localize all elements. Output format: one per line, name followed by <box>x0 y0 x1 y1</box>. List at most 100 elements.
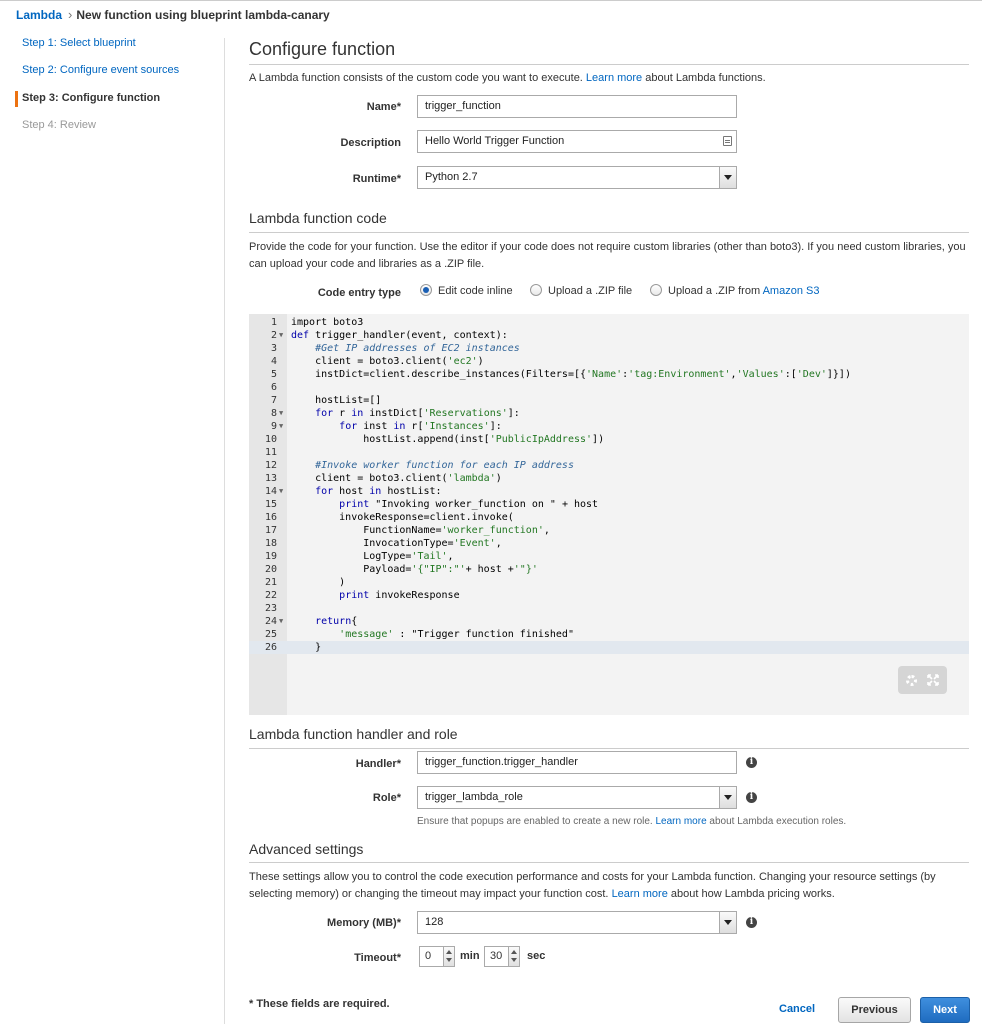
role-label: Role* <box>372 792 401 804</box>
code-line[interactable]: 9 ▼ for inst in r['Instances']: <box>249 420 969 433</box>
advanced-section-divider <box>249 862 969 863</box>
line-number: 24 <box>264 616 277 627</box>
info-icon[interactable]: i <box>746 792 757 803</box>
handler-field[interactable]: trigger_function.trigger_handler <box>417 751 737 774</box>
memory-select[interactable]: 128 <box>417 911 737 934</box>
learn-more-roles-link[interactable]: Learn more <box>656 816 707 827</box>
code-line[interactable]: 3 #Get IP addresses of EC2 instances <box>249 342 969 355</box>
code-line[interactable]: 16 invokeResponse=client.invoke( <box>249 511 969 524</box>
code-text: LogType='Tail', <box>291 551 454 562</box>
code-line[interactable]: 8 ▼ for r in instDict['Reservations']: <box>249 407 969 420</box>
breadcrumb-lambda-link[interactable]: Lambda <box>16 8 62 22</box>
radio-edit-inline[interactable]: Edit code inline <box>420 284 513 300</box>
code-line[interactable]: 11 <box>249 446 969 459</box>
learn-more-functions-link[interactable]: Learn more <box>586 72 642 84</box>
fold-arrow-icon[interactable]: ▼ <box>279 615 283 628</box>
line-number: 5 <box>270 369 277 380</box>
advanced-intro: These settings allow you to control the … <box>249 871 936 900</box>
code-line[interactable]: 1 import boto3 <box>249 316 969 329</box>
code-text: return{ <box>315 616 358 627</box>
code-line[interactable]: 7 hostList=[] <box>249 394 969 407</box>
code-text: for host in hostList: <box>315 486 442 497</box>
cancel-button[interactable]: Cancel <box>779 1003 815 1015</box>
sidebar-step-4: Step 4: Review <box>22 119 96 131</box>
line-number: 22 <box>264 590 277 601</box>
radio-upload-s3[interactable]: Upload a .ZIP from Amazon S3 <box>650 284 819 300</box>
line-number: 13 <box>264 473 277 484</box>
fold-arrow-icon[interactable]: ▼ <box>279 485 283 498</box>
code-line[interactable]: 14 ▼ for host in hostList: <box>249 485 969 498</box>
textarea-resize-icon[interactable] <box>723 136 732 146</box>
fullscreen-icon[interactable] <box>927 674 939 686</box>
seconds-unit: sec <box>527 950 546 962</box>
code-line[interactable]: 18 InvocationType='Event', <box>249 537 969 550</box>
next-button[interactable]: Next <box>920 997 970 1023</box>
role-hint: Ensure that popups are enabled to create… <box>417 816 847 827</box>
info-icon[interactable]: i <box>746 757 757 768</box>
code-text: client = boto3.client('lambda') <box>291 473 502 484</box>
code-line[interactable]: 19 LogType='Tail', <box>249 550 969 563</box>
code-line[interactable]: 15 print "Invoking worker_function on " … <box>249 498 969 511</box>
runtime-select[interactable]: Python 2.7 <box>417 166 737 189</box>
line-number: 12 <box>264 460 277 471</box>
name-label: Name* <box>366 101 401 113</box>
timeout-minutes-stepper[interactable]: 0 <box>419 946 455 967</box>
line-number: 20 <box>264 564 277 575</box>
gear-icon[interactable] <box>906 675 917 686</box>
code-line[interactable]: 25 'message' : "Trigger function finishe… <box>249 628 969 641</box>
sidebar-step-2[interactable]: Step 2: Configure event sources <box>22 64 179 76</box>
code-line[interactable]: 6 <box>249 381 969 394</box>
breadcrumb: Lambda › New function using blueprint lamb… <box>16 7 330 22</box>
radio-upload-zip[interactable]: Upload a .ZIP file <box>530 284 632 300</box>
line-number: 2 <box>270 330 277 341</box>
code-line[interactable]: 10 hostList.append(inst['PublicIpAddress… <box>249 433 969 446</box>
advanced-section-title: Advanced settings <box>249 841 364 857</box>
name-field[interactable]: trigger_function <box>417 95 737 118</box>
code-text: ) <box>291 577 346 588</box>
sidebar-step-1[interactable]: Step 1: Select blueprint <box>22 37 136 49</box>
code-editor[interactable]: 1 import boto3 2 ▼ def trigger_handler(event… <box>249 314 969 715</box>
chevron-down-icon <box>719 912 736 933</box>
code-text: hostList.append(inst['PublicIpAddress']) <box>291 434 605 445</box>
code-text: InvocationType='Event', <box>291 538 502 549</box>
code-line[interactable]: 17 FunctionName='worker_function', <box>249 524 969 537</box>
runtime-label: Runtime* <box>352 173 401 185</box>
role-value: trigger_lambda_role <box>425 791 523 803</box>
code-line[interactable]: 26 } <box>249 641 969 654</box>
line-number: 7 <box>270 395 277 406</box>
code-line[interactable]: 4 client = boto3.client('ec2') <box>249 355 969 368</box>
code-line[interactable]: 21 ) <box>249 576 969 589</box>
code-line[interactable]: 23 <box>249 602 969 615</box>
fold-arrow-icon[interactable]: ▼ <box>279 407 283 420</box>
code-line[interactable]: 12 #Invoke worker function for each IP a… <box>249 459 969 472</box>
code-line[interactable]: 24 ▼ return{ <box>249 615 969 628</box>
line-number: 15 <box>264 499 277 510</box>
radio-empty-icon <box>530 284 542 296</box>
learn-more-pricing-link[interactable]: Learn more <box>612 888 668 900</box>
line-number: 17 <box>264 525 277 536</box>
fold-arrow-icon[interactable]: ▼ <box>279 329 283 342</box>
chevron-right-icon: › <box>68 7 73 22</box>
role-select[interactable]: trigger_lambda_role <box>417 786 737 809</box>
memory-label: Memory (MB)* <box>327 917 401 929</box>
code-line[interactable]: 20 Payload='{"IP":"'+ host +'"}' <box>249 563 969 576</box>
code-line[interactable]: 13 client = boto3.client('lambda') <box>249 472 969 485</box>
stepper-arrows-icon[interactable] <box>508 947 519 966</box>
description-label: Description <box>340 137 401 149</box>
code-section-divider <box>249 232 969 233</box>
amazon-s3-link[interactable]: Amazon S3 <box>763 285 820 297</box>
fold-arrow-icon[interactable]: ▼ <box>279 420 283 433</box>
stepper-arrows-icon[interactable] <box>443 947 454 966</box>
sidebar-step-3[interactable]: Step 3: Configure function <box>22 92 160 104</box>
code-text: 'message' : "Trigger function finished" <box>339 629 574 640</box>
code-line[interactable]: 22 print invokeResponse <box>249 589 969 602</box>
description-field[interactable]: Hello World Trigger Function <box>417 130 737 153</box>
timeout-seconds-stepper[interactable]: 30 <box>484 946 520 967</box>
line-number: 6 <box>270 382 277 393</box>
previous-button[interactable]: Previous <box>838 997 911 1023</box>
code-section-title: Lambda function code <box>249 210 387 226</box>
code-line[interactable]: 5 instDict=client.describe_instances(Fil… <box>249 368 969 381</box>
info-icon[interactable]: i <box>746 917 757 928</box>
timeout-label: Timeout* <box>354 952 401 964</box>
code-line[interactable]: 2 ▼ def trigger_handler(event, context): <box>249 329 969 342</box>
